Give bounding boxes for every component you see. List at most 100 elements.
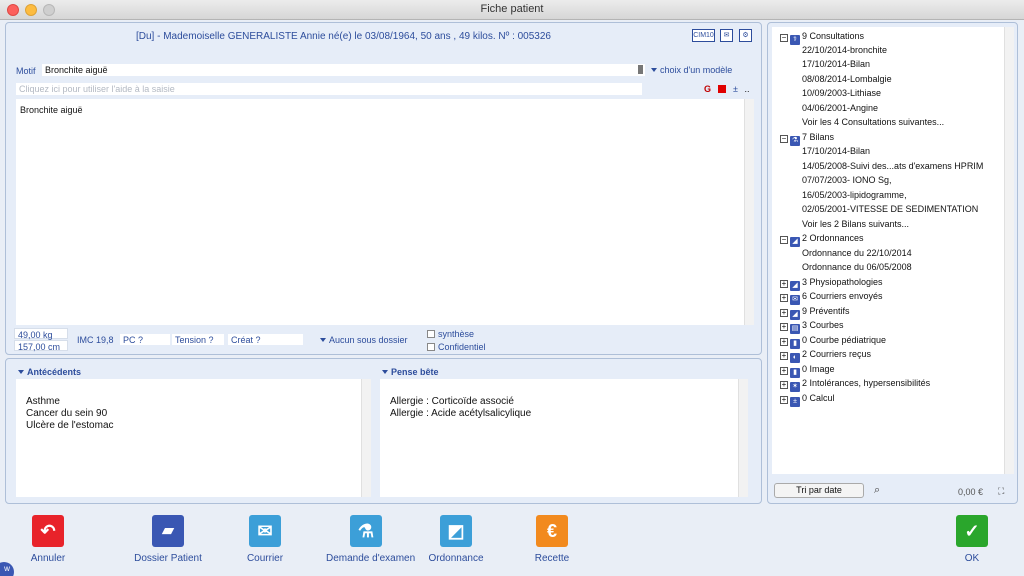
subfolder-dropdown[interactable]: Aucun sous dossier	[320, 335, 408, 345]
assist-input[interactable]: Cliquez ici pour utiliser l'aide à la sa…	[16, 83, 642, 95]
color-red-button[interactable]	[717, 85, 726, 93]
tree-calcul[interactable]: + ±0 Calcul	[780, 391, 835, 407]
creat-field[interactable]: Créat ?	[228, 334, 303, 345]
motif-value: Bronchite aiguë	[45, 65, 108, 75]
mail-icon[interactable]: ✉	[720, 29, 733, 42]
patient-tree-panel: − ⚕ 9 Consultations 22/10/2014-bronchite 1…	[767, 22, 1018, 504]
tree-consultations-label: 9 Consultations	[802, 31, 865, 41]
tree-courbe-pediatrique[interactable]: + ▮ 0 Courbe pédiatrique	[780, 333, 886, 349]
tree-category-label: 6 Courriers envoyés	[802, 291, 883, 301]
pense-bete-header[interactable]: Pense bête	[382, 367, 439, 377]
tree-category-label: 3 Courbes	[802, 320, 844, 330]
height-field[interactable]: 157,00 cm	[14, 340, 68, 352]
tree-courbes[interactable]: + ▤ 3 Courbes	[780, 318, 844, 334]
bilan-item[interactable]: 07/07/2003- IONO Sg,	[802, 173, 892, 187]
image-settings-icon[interactable]: ⚙	[739, 29, 752, 42]
tree-image[interactable]: + ▮ 0 Image	[780, 362, 835, 378]
collapse-icon[interactable]: −	[780, 34, 788, 42]
checkbox-box	[427, 330, 435, 338]
demande-examen-button[interactable]: ⚗ Demande d'examen	[326, 515, 416, 564]
tree-intolerances[interactable]: + ✶ 2 Intolérances, hypersensibilités	[780, 376, 931, 392]
patient-tree[interactable]: − ⚕ 9 Consultations 22/10/2014-bronchite 1…	[772, 27, 1014, 474]
synthese-checkbox[interactable]: synthèse	[427, 329, 474, 339]
consultation-item[interactable]: 17/10/2014-Bilan	[802, 57, 870, 71]
tension-field[interactable]: Tension ?	[172, 334, 224, 345]
stethoscope-icon: ⚕	[790, 35, 800, 45]
annuler-button[interactable]: ↶ Annuler	[8, 515, 88, 564]
pill-icon: ◢	[790, 237, 800, 247]
expand-icon[interactable]: +	[780, 367, 788, 375]
cim10-icon[interactable]: CIM10	[692, 29, 715, 42]
consultation-item[interactable]: 04/06/2001-Angine	[802, 101, 878, 115]
tree-ordonnances[interactable]: − ◢ 2 Ordonnances	[780, 231, 864, 247]
ordonnance-item[interactable]: Ordonnance du 22/10/2014	[802, 246, 912, 260]
expand-view-icon[interactable]: ⛶	[998, 486, 1004, 497]
dossier-patient-button[interactable]: ▰ Dossier Patient	[128, 515, 208, 564]
consultation-item[interactable]: 10/09/2003-Lithiase	[802, 86, 881, 100]
folder-icon: ▰	[152, 515, 184, 547]
antecedents-list[interactable]: Asthme Cancer du sein 90 Ulcère de l'est…	[16, 379, 371, 497]
bilan-item[interactable]: 17/10/2014-Bilan	[802, 144, 870, 158]
antecedents-scrollbar[interactable]	[361, 379, 371, 497]
confidentiel-checkbox[interactable]: Confidentiel	[427, 342, 486, 352]
bilan-item[interactable]: 14/05/2008-Suivi des...ats d'examens HPR…	[802, 159, 983, 173]
motif-input[interactable]: Bronchite aiguë	[42, 64, 645, 76]
weight-field[interactable]: 49,00 kg	[14, 328, 68, 340]
expand-icon[interactable]: +	[780, 280, 788, 288]
euro-icon: €	[536, 515, 568, 547]
collapse-icon[interactable]: −	[780, 236, 788, 244]
editor-scrollbar[interactable]	[744, 99, 754, 325]
bold-button[interactable]: G	[704, 84, 711, 94]
demande-label: Demande d'examen	[326, 553, 416, 564]
expand-icon[interactable]: +	[780, 352, 788, 360]
consultation-editor[interactable]: Bronchite aiguë	[16, 99, 754, 325]
tree-scrollbar[interactable]	[1004, 27, 1014, 474]
bilan-more-link[interactable]: Voir les 2 Bilans suivants...	[802, 217, 909, 231]
pense-bete-list[interactable]: Allergie : Corticoïde associé Allergie :…	[380, 379, 748, 497]
antecedents-title: Antécédents	[27, 367, 82, 377]
expand-icon[interactable]: +	[780, 323, 788, 331]
bilan-item[interactable]: 02/05/2001-VITESSE DE SEDIMENTATION	[802, 202, 978, 216]
motif-scroll-handle[interactable]	[638, 65, 643, 74]
tree-category-label: 2 Intolérances, hypersensibilités	[802, 378, 931, 388]
model-choice-dropdown[interactable]: choix d'un modèle	[651, 65, 732, 75]
chevron-down-icon	[320, 338, 326, 342]
more-button[interactable]: ..	[745, 84, 750, 94]
plus-minus-button[interactable]: ±	[733, 84, 738, 94]
tree-bilans-label: 7 Bilans	[802, 132, 835, 142]
tree-courriers-recus[interactable]: + ◐ 2 Courriers reçus	[780, 347, 871, 363]
consultation-more-link[interactable]: Voir les 4 Consultations suivantes...	[802, 115, 944, 129]
pc-field[interactable]: PC ?	[120, 334, 170, 345]
recette-button[interactable]: € Recette	[512, 515, 592, 564]
antecedent-item: Asthme	[26, 396, 60, 407]
pense-bete-scrollbar[interactable]	[738, 379, 748, 497]
consultation-item[interactable]: 22/10/2014-bronchite	[802, 43, 887, 57]
sort-by-date-button[interactable]: Tri par date	[774, 483, 864, 498]
tree-physiopathologies[interactable]: + ◢ 3 Physiopathologies	[780, 275, 883, 291]
editor-text: Bronchite aiguë	[20, 105, 83, 115]
expand-icon[interactable]: +	[780, 338, 788, 346]
window-title: Fiche patient	[480, 3, 544, 15]
antecedent-item: Ulcère de l'estomac	[26, 420, 114, 431]
expand-icon[interactable]: +	[780, 309, 788, 317]
ordonnance-label: Ordonnance	[428, 553, 484, 564]
tree-consultations[interactable]: − ⚕ 9 Consultations	[780, 29, 865, 45]
tree-category-label: 0 Image	[802, 364, 835, 374]
consultation-item[interactable]: 08/08/2014-Lombalgie	[802, 72, 892, 86]
tree-bilans[interactable]: − ⚗ 7 Bilans	[780, 130, 835, 146]
courrier-button[interactable]: ✉ Courrier	[225, 515, 305, 564]
tree-courriers-envoyes[interactable]: + ✉ 6 Courriers envoyés	[780, 289, 883, 305]
search-icon[interactable]: ⌕	[874, 484, 880, 497]
expand-icon[interactable]: +	[780, 294, 788, 302]
envelope-icon: ✉	[249, 515, 281, 547]
ordonnance-button[interactable]: ◩ Ordonnance	[416, 515, 496, 564]
bilan-item[interactable]: 16/05/2003-lipidogramme,	[802, 188, 907, 202]
courrier-label: Courrier	[246, 553, 284, 564]
antecedents-header[interactable]: Antécédents	[18, 367, 81, 377]
collapse-icon[interactable]: −	[780, 135, 788, 143]
expand-icon[interactable]: +	[780, 381, 788, 389]
tree-preventifs[interactable]: + ◢ 9 Préventifs	[780, 304, 850, 320]
ordonnance-item[interactable]: Ordonnance du 06/05/2008	[802, 260, 912, 274]
expand-icon[interactable]: +	[780, 396, 788, 404]
ok-button[interactable]: ✓ OK	[932, 515, 1012, 564]
